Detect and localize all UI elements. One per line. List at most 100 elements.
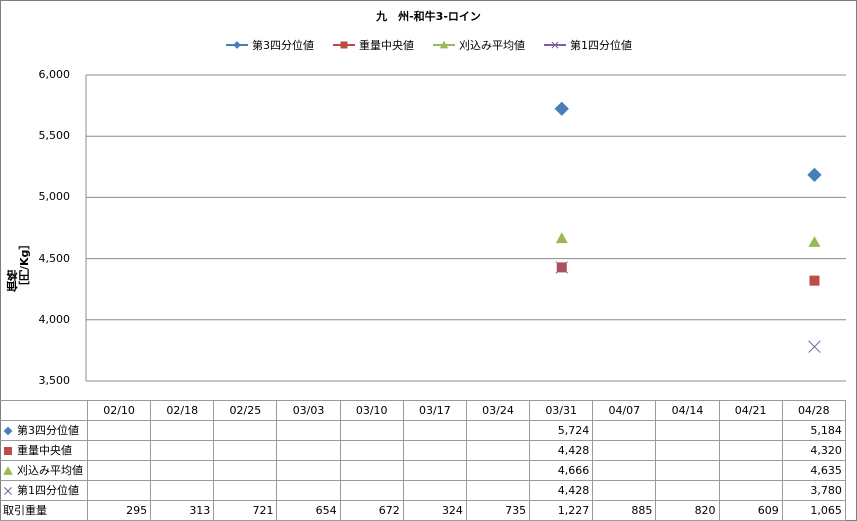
series-name: 刈込み平均値 [17, 464, 83, 477]
data-table: 02/10 02/18 02/25 03/03 03/10 03/17 03/24 03/31… [0, 400, 846, 521]
table-cell: 03/24 [465, 400, 531, 421]
table-cell [402, 460, 467, 481]
table-row-weight: 取引重量 295 313 721 654 672 324 735 1,227 885 820 609 1… [0, 500, 846, 521]
table-cell: 04/28 [781, 400, 846, 421]
table-header-row: 02/10 02/18 02/25 03/03 03/10 03/17 03/24 03/31… [0, 400, 846, 421]
table-row: 重量中央値 4,428 4,320 [0, 440, 846, 461]
table-cell [86, 420, 152, 441]
table-row: 第1四分位値 4,428 3,780 [0, 480, 846, 501]
data-point-series1-03/31 [554, 101, 569, 116]
table-cell: 313 [150, 500, 215, 521]
table-cell: 609 [718, 500, 783, 521]
table-cell: 672 [339, 500, 404, 521]
table-cell: 654 [276, 500, 341, 521]
table-cell: 4,320 [781, 440, 846, 461]
table-cell: 721 [213, 500, 278, 521]
table-cell: 885 [592, 500, 657, 521]
table-cell [402, 440, 467, 461]
table-cell: 04/14 [655, 400, 720, 421]
triangle-marker-icon [3, 466, 13, 475]
table-cell: 03/31 [529, 400, 594, 421]
row-marker-shape [4, 487, 12, 495]
table-row: 刈込み平均値 4,666 4,635 [0, 460, 846, 481]
table-row-header [0, 400, 88, 421]
table-cell [402, 480, 467, 501]
table-cell [150, 420, 215, 441]
table-cell [150, 460, 215, 481]
table-cell [592, 480, 657, 501]
table-cell: 04/07 [592, 400, 657, 421]
table-cell [339, 440, 404, 461]
table-cell [150, 480, 215, 501]
table-cell [86, 440, 152, 461]
data-point-series3-04/28 [808, 236, 821, 247]
table-cell: 4,635 [781, 460, 846, 481]
row-marker-shape [3, 466, 13, 475]
data-point-series2-04/28 [809, 275, 820, 286]
table-cell [276, 440, 341, 461]
table-cell [465, 480, 531, 501]
table-row-header: 第1四分位値 [0, 480, 88, 501]
table-cell [339, 480, 404, 501]
table-cell: 04/21 [718, 400, 783, 421]
table-cell: 02/18 [150, 400, 215, 421]
table-cell [276, 460, 341, 481]
table-cell: 1,065 [781, 500, 846, 521]
table-cell [655, 460, 720, 481]
x-marker-icon [4, 487, 12, 495]
table-cell: 295 [86, 500, 152, 521]
data-point-series4-04/28 [808, 340, 821, 353]
table-cell: 4,428 [529, 480, 594, 501]
table-row-header: 第3四分位値 [0, 420, 88, 441]
table-cell [86, 460, 152, 481]
table-cell [213, 460, 278, 481]
table-cell: 735 [465, 500, 531, 521]
square-marker-icon [4, 447, 12, 455]
table-cell: 4,666 [529, 460, 594, 481]
table-cell [465, 440, 531, 461]
table-cell: 4,428 [529, 440, 594, 461]
table-cell [213, 420, 278, 441]
table-cell: 324 [402, 500, 467, 521]
table-cell [276, 420, 341, 441]
table-cell [213, 440, 278, 461]
table-cell: 03/03 [276, 400, 341, 421]
table-cell [592, 460, 657, 481]
table-cell: 03/17 [402, 400, 467, 421]
table-row-header: 刈込み平均値 [0, 460, 88, 481]
table-cell: 5,724 [529, 420, 594, 441]
table-cell [592, 420, 657, 441]
table-cell [465, 420, 531, 441]
series-name: 重量中央値 [17, 444, 72, 457]
table-cell [150, 440, 215, 461]
table-cell: 1,227 [529, 500, 594, 521]
series-name: 第1四分位値 [17, 484, 79, 497]
table-cell: 02/10 [86, 400, 152, 421]
table-cell [86, 480, 152, 501]
plot-area [85, 74, 846, 382]
table-cell [339, 420, 404, 441]
table-cell [339, 460, 404, 481]
table-cell [276, 480, 341, 501]
table-row-header: 取引重量 [0, 500, 88, 521]
table-cell: 02/25 [213, 400, 278, 421]
table-cell [718, 480, 783, 501]
table-cell [718, 420, 783, 441]
table-cell [718, 440, 783, 461]
table-cell [592, 440, 657, 461]
series-name: 第3四分位値 [17, 424, 79, 437]
table-row: 第3四分位値 5,724 5,184 [0, 420, 846, 441]
table-cell [718, 460, 783, 481]
data-point-series1-04/28 [807, 167, 822, 183]
table-cell [213, 480, 278, 501]
row-marker-shape [4, 447, 12, 455]
table-cell: 03/10 [339, 400, 404, 421]
table-row-header: 重量中央値 [0, 440, 88, 461]
table-cell [655, 480, 720, 501]
row-marker-shape [3, 426, 13, 436]
data-point-series3-03/31 [555, 232, 568, 244]
diamond-marker-icon [3, 426, 13, 436]
table-cell: 3,780 [781, 480, 846, 501]
table-cell [465, 460, 531, 481]
table-cell [655, 420, 720, 441]
